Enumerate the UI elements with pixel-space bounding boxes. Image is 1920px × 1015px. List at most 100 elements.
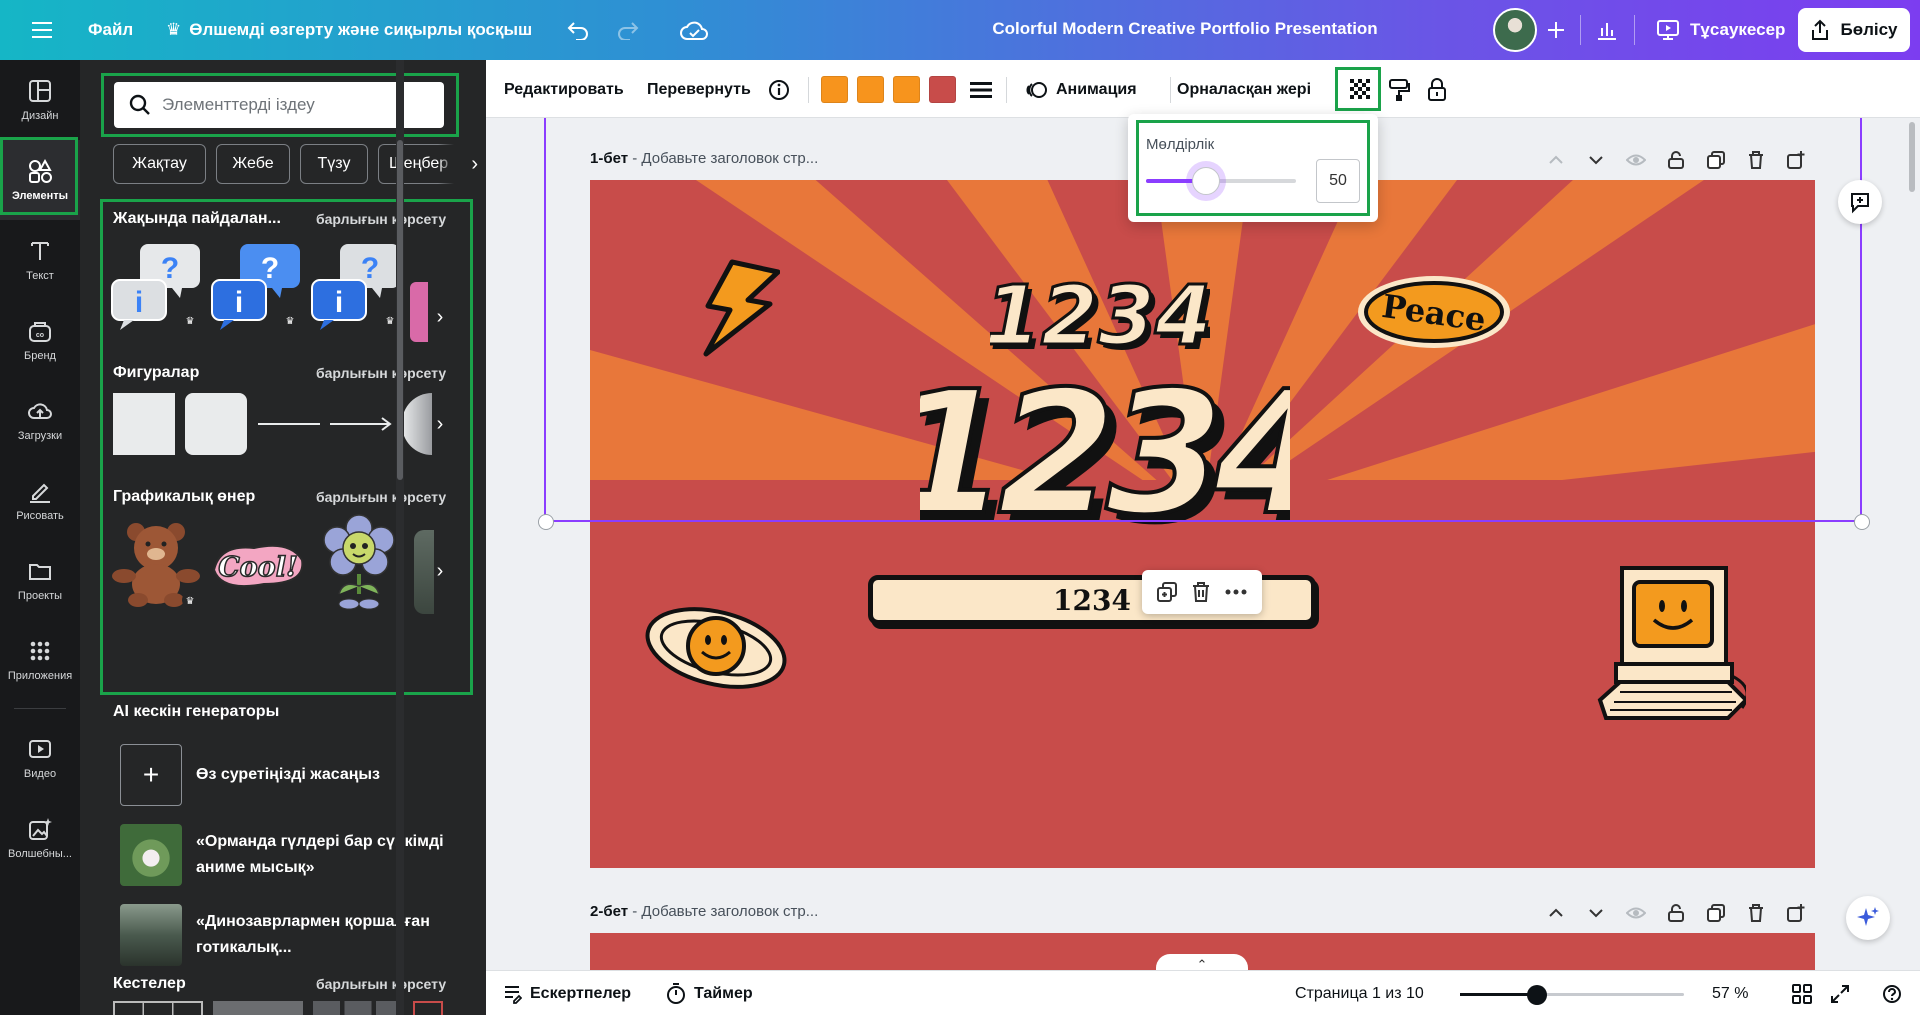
flip-button[interactable]: Перевернуть (647, 74, 751, 106)
hide-page-icon[interactable] (1626, 150, 1646, 170)
rail-item-video[interactable]: Видео (0, 718, 80, 798)
undo-icon[interactable] (560, 10, 596, 50)
square-shape-thumb[interactable] (113, 393, 175, 455)
magic-assistant-icon[interactable] (1846, 896, 1890, 940)
move-down-icon[interactable] (1586, 150, 1606, 170)
page-1-label[interactable]: 1-бет - Добавьте заголовок стр... (590, 150, 818, 167)
add-page-icon[interactable] (1786, 903, 1806, 923)
resize-handle-right[interactable] (1854, 514, 1870, 530)
color-swatch[interactable] (821, 76, 848, 103)
peace-sticker[interactable]: Peace (1354, 272, 1514, 352)
add-page-icon[interactable] (1786, 150, 1806, 170)
retro-computer-sticker[interactable] (1586, 558, 1746, 738)
animation-button[interactable]: Анимация (1026, 74, 1137, 106)
delete-page-icon[interactable] (1746, 903, 1766, 923)
teddy-bear-graphic[interactable]: ♛ (110, 520, 202, 608)
zoom-slider-knob[interactable] (1526, 985, 1547, 1005)
rail-item-magic-media[interactable]: Волшебны... (0, 798, 80, 878)
lock-page-icon[interactable] (1666, 150, 1686, 170)
page-counter[interactable]: Страница 1 из 10 (1295, 981, 1424, 1007)
info-chat-sticker-blue[interactable]: ? i ♛ (210, 238, 304, 332)
see-all-link[interactable]: барлығын көрсету (316, 489, 446, 505)
lock-icon[interactable] (1427, 74, 1453, 106)
add-collaborator-icon[interactable] (1538, 12, 1574, 48)
page-2-label[interactable]: 2-бет - Добавьте заголовок стр... (590, 903, 818, 920)
fullscreen-icon[interactable] (1830, 981, 1850, 1007)
document-title[interactable]: Colorful Modern Creative Portfolio Prese… (960, 19, 1410, 39)
border-style-icon[interactable] (970, 74, 994, 106)
small-number-text[interactable]: 1234 1234 (990, 266, 1210, 367)
table-thumb[interactable] (313, 1001, 403, 1015)
see-all-link[interactable]: барлығын көрсету (316, 365, 446, 381)
transparency-slider[interactable] (1146, 167, 1296, 195)
rail-item-brand[interactable]: co Бренд (0, 300, 80, 380)
help-icon[interactable] (1882, 981, 1902, 1007)
info-icon[interactable] (768, 74, 792, 106)
analytics-icon[interactable] (1588, 10, 1626, 50)
rail-item-draw[interactable]: Рисовать (0, 460, 80, 540)
canvas-scrollbar[interactable] (1906, 118, 1918, 970)
chips-next-icon[interactable]: › (438, 144, 478, 184)
position-button[interactable]: Орналасқан жері (1177, 74, 1311, 106)
slider-knob[interactable] (1192, 167, 1220, 195)
move-up-icon[interactable] (1546, 903, 1566, 923)
panel-scrollbar[interactable] (396, 60, 404, 1015)
info-chat-sticker-grey[interactable]: ? i ♛ (110, 238, 204, 332)
delete-icon[interactable] (1192, 582, 1210, 602)
rail-item-text[interactable]: Текст (0, 220, 80, 300)
slide-page-1[interactable]: Peace 12341234 12341234 1234 (590, 180, 1815, 868)
file-menu-button[interactable]: Файл (88, 10, 133, 50)
hamburger-menu-icon[interactable] (28, 14, 56, 46)
graphics-next-icon[interactable]: › (428, 541, 452, 601)
filter-chip[interactable]: Жақтау (113, 144, 206, 184)
duplicate-page-icon[interactable] (1706, 903, 1726, 923)
present-button[interactable]: Тұсаукесер (1644, 10, 1797, 50)
rail-item-design[interactable]: Дизайн (0, 60, 80, 140)
rail-item-apps[interactable]: Приложения (0, 620, 80, 700)
transparency-value-input[interactable]: 50 (1316, 159, 1360, 203)
info-chat-sticker-mixed[interactable]: ? i ♛ (310, 238, 404, 332)
notes-button[interactable]: Ескертпелер (502, 981, 631, 1007)
add-comment-icon[interactable] (1838, 180, 1882, 224)
duplicate-page-icon[interactable] (1706, 150, 1726, 170)
rail-item-projects[interactable]: Проекты (0, 540, 80, 620)
cloud-saved-icon[interactable] (676, 10, 712, 50)
color-swatch[interactable] (893, 76, 920, 103)
edit-button[interactable]: Редактировать (504, 74, 624, 106)
zoom-slider[interactable] (1460, 985, 1684, 1005)
partial-sticker-thumb[interactable] (410, 282, 428, 342)
table-thumb[interactable] (413, 1001, 443, 1015)
more-options-icon[interactable] (1225, 589, 1247, 595)
arrow-line-thumb[interactable] (330, 416, 394, 432)
color-swatch[interactable] (929, 76, 956, 103)
share-button[interactable]: Бөлісу (1798, 8, 1910, 52)
color-swatch[interactable] (857, 76, 884, 103)
copy-style-icon[interactable] (1388, 74, 1414, 106)
see-all-link[interactable]: барлығын көрсету (316, 976, 446, 992)
table-thumb[interactable] (113, 1001, 203, 1015)
lightning-sticker[interactable] (700, 258, 780, 358)
move-down-icon[interactable] (1586, 903, 1606, 923)
resize-button[interactable]: ♛ Өлшемді өзгерту және сиқырлы қосқыш (166, 10, 532, 50)
move-up-icon[interactable] (1546, 150, 1566, 170)
shapes-next-icon[interactable]: › (428, 394, 452, 454)
hide-page-icon[interactable] (1626, 903, 1646, 923)
see-all-link[interactable]: барлығын көрсету (316, 211, 446, 227)
grid-view-icon[interactable] (1792, 981, 1812, 1007)
filter-chip[interactable]: Түзу (300, 144, 368, 184)
user-avatar[interactable] (1493, 8, 1537, 52)
cool-sticker-graphic[interactable]: Cool! (210, 538, 306, 592)
resize-handle-left[interactable] (538, 514, 554, 530)
big-number-text[interactable]: 12341234 (920, 356, 1290, 546)
duplicate-icon[interactable] (1157, 582, 1178, 602)
table-thumb[interactable] (213, 1001, 303, 1015)
search-input[interactable]: Элементтерді іздеу (114, 82, 444, 128)
recent-next-icon[interactable]: › (428, 287, 452, 347)
zoom-level[interactable]: 57 % (1712, 981, 1748, 1007)
expand-pages-icon[interactable]: ⌃ (1156, 954, 1248, 970)
line-shape-thumb[interactable] (258, 423, 320, 425)
filter-chip[interactable]: Жебе (216, 144, 290, 184)
lock-page-icon[interactable] (1666, 903, 1686, 923)
rail-item-uploads[interactable]: Загрузки (0, 380, 80, 460)
flower-character-graphic[interactable] (313, 514, 405, 610)
